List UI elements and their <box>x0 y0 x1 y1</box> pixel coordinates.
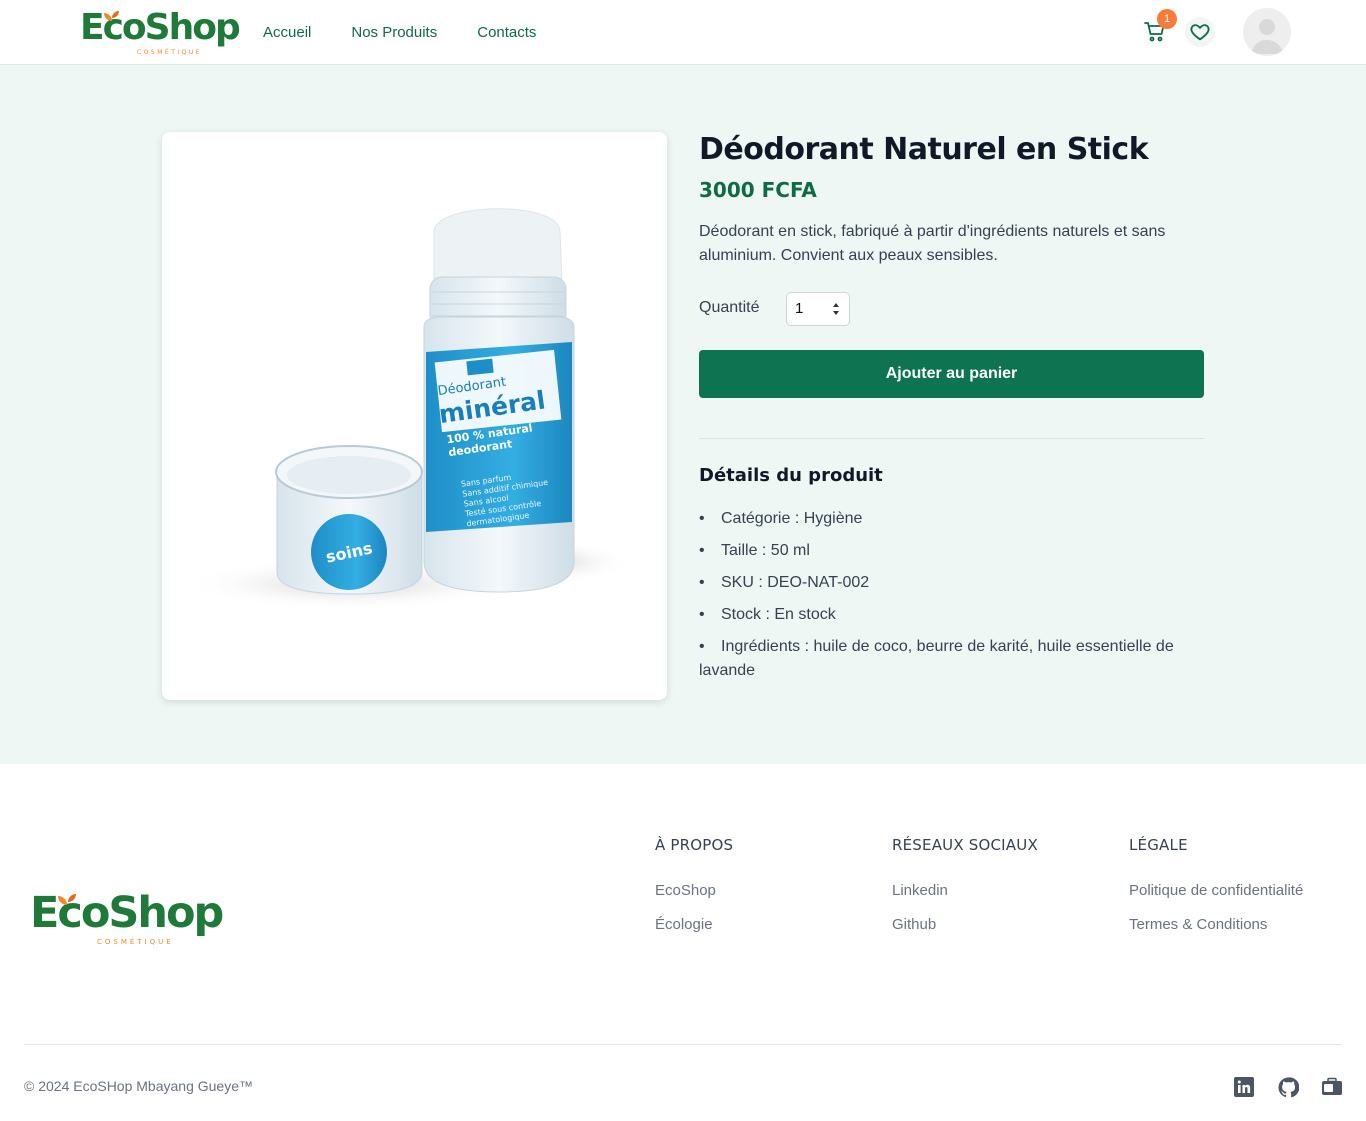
footer-link-github[interactable]: Github <box>892 916 1038 933</box>
site-header: EcoShop COSMÉTIQUE Accueil Nos Produits … <box>0 0 1366 65</box>
detail-category: Catégorie : Hygiène <box>699 507 1209 531</box>
spinner-arrows-icon[interactable] <box>831 299 841 319</box>
nav-link-produits[interactable]: Nos Produits <box>351 24 437 41</box>
footer-heading: À PROPOS <box>655 836 734 854</box>
product-image: Déodorant minéral 100 % natural deodoran… <box>162 132 667 700</box>
nav-link-accueil[interactable]: Accueil <box>263 24 311 41</box>
detail-sku: SKU : DEO-NAT-002 <box>699 571 1209 595</box>
user-avatar[interactable] <box>1243 8 1291 56</box>
detail-size: Taille : 50 ml <box>699 539 1209 563</box>
footer-link-linkedin[interactable]: Linkedin <box>892 882 1038 899</box>
detail-ingredients: Ingrédients : huile de coco, beurre de k… <box>699 635 1209 683</box>
copyright-text: © 2024 EcoSHop Mbayang Gueye™ <box>24 1078 254 1094</box>
heart-icon <box>1190 24 1210 41</box>
footer-column-about: À PROPOS EcoShop Écologie <box>655 836 733 950</box>
footer-column-social: RÉSEAUX SOCIAUX Linkedin Github <box>892 836 1038 950</box>
detail-stock: Stock : En stock <box>699 603 1209 627</box>
nav-link-contacts[interactable]: Contacts <box>477 24 536 41</box>
brand-logo[interactable]: EcoShop COSMÉTIQUE <box>80 10 241 58</box>
section-divider <box>699 438 1204 439</box>
footer-link-privacy[interactable]: Politique de confidentialité <box>1129 882 1303 899</box>
wishlist-button[interactable] <box>1185 17 1215 47</box>
product-title: Déodorant Naturel en Stick <box>699 132 1149 167</box>
linkedin-link[interactable] <box>1233 1076 1255 1098</box>
github-link[interactable] <box>1277 1076 1299 1098</box>
quantity-label: Quantité <box>699 299 760 316</box>
footer-heading: LÉGALE <box>1129 836 1188 854</box>
portfolio-link[interactable] <box>1321 1076 1343 1098</box>
footer-link-ecologie[interactable]: Écologie <box>655 916 733 933</box>
user-avatar-icon <box>1251 19 1283 54</box>
quantity-stepper[interactable]: 1 <box>786 292 850 326</box>
site-footer: EcoShop COSMÉTIQUE À PROPOS EcoShop Écol… <box>0 764 1366 1121</box>
details-title: Détails du produit <box>699 465 883 486</box>
footer-heading: RÉSEAUX SOCIAUX <box>892 836 1038 854</box>
product-section: Déodorant minéral 100 % natural deodoran… <box>0 65 1366 764</box>
github-icon <box>1277 1076 1299 1097</box>
deodorant-product-photo: Déodorant minéral 100 % natural deodoran… <box>182 208 632 610</box>
product-description: Déodorant en stick, fabriqué à partir d'… <box>699 223 1166 264</box>
linkedin-icon <box>1234 1077 1254 1097</box>
footer-column-legal: LÉGALE Politique de confidentialité Term… <box>1129 836 1303 950</box>
product-details-list: Catégorie : Hygiène Taille : 50 ml SKU :… <box>699 507 1209 691</box>
logo-tagline: COSMÉTIQUE <box>137 49 203 56</box>
product-price: 3000 FCFA <box>699 178 817 202</box>
footer-divider <box>24 1044 1342 1045</box>
cart-count-badge: 1 <box>1157 9 1177 29</box>
add-to-cart-button[interactable]: Ajouter au panier <box>699 350 1204 398</box>
portfolio-icon <box>1322 1077 1342 1095</box>
footer-link-terms[interactable]: Termes & Conditions <box>1129 916 1303 933</box>
footer-logo[interactable]: EcoShop COSMÉTIQUE <box>30 892 224 948</box>
quantity-value: 1 <box>795 300 804 317</box>
footer-link-ecoshop[interactable]: EcoShop <box>655 882 733 899</box>
logo-tagline: COSMÉTIQUE <box>97 938 174 946</box>
main-nav: Accueil Nos Produits Contacts <box>263 24 536 41</box>
